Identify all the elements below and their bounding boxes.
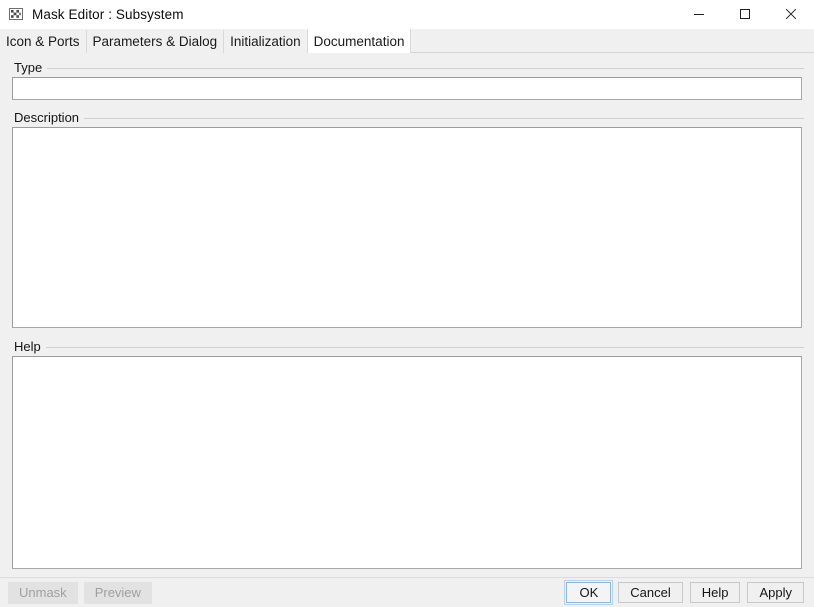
help-label: Help [14,339,41,354]
description-group: Description [10,108,804,328]
description-group-rule [84,118,804,119]
tab-strip: Icon & Ports Parameters & Dialog Initial… [0,29,814,53]
description-textarea[interactable] [12,127,802,328]
help-textarea[interactable] [12,356,802,569]
mask-editor-icon [8,6,24,22]
unmask-button-label: Unmask [19,585,67,600]
window-title: Mask Editor : Subsystem [32,6,184,22]
preview-button-label: Preview [94,585,141,600]
cancel-button-label: Cancel [630,585,671,600]
description-label: Description [14,110,80,125]
window-controls [676,0,814,28]
ok-button-label: OK [579,585,599,600]
preview-button[interactable]: Preview [83,581,152,604]
tab-label: Icon & Ports [6,34,80,49]
tab-initialization[interactable]: Initialization [224,30,308,53]
mask-editor-dialog: Mask Editor : Subsystem Icon & Ports Par… [0,0,814,607]
tab-icon-ports[interactable]: Icon & Ports [0,30,87,53]
type-label: Type [14,60,43,75]
footer-right-buttons: OK Cancel Help Apply [564,580,804,605]
type-group-rule [47,68,804,69]
close-button[interactable] [768,0,814,28]
help-group-rule [45,347,804,348]
type-group: Type [10,58,804,100]
help-group-header: Help [10,337,804,356]
apply-button[interactable]: Apply [747,582,804,603]
tab-label: Parameters & Dialog [92,34,218,49]
help-button-label: Help [701,585,729,600]
minimize-button[interactable] [676,0,722,28]
titlebar-left: Mask Editor : Subsystem [0,6,676,22]
ok-button[interactable]: OK [564,580,614,605]
tab-label: Initialization [230,34,301,49]
maximize-button[interactable] [722,0,768,28]
close-icon [785,8,797,20]
type-input[interactable] [12,77,802,100]
cancel-button[interactable]: Cancel [618,582,683,603]
tab-label: Documentation [313,33,405,49]
tab-parameters-dialog[interactable]: Parameters & Dialog [86,30,225,53]
unmask-button[interactable]: Unmask [8,581,78,604]
apply-button-label: Apply [759,585,792,600]
documentation-panel: Type Description Help [0,53,814,577]
titlebar: Mask Editor : Subsystem [0,0,814,29]
maximize-icon [740,9,750,19]
description-group-header: Description [10,108,804,127]
footer-left-buttons: Unmask Preview [8,581,152,604]
dialog-footer: Unmask Preview OK Cancel Help Apply [0,577,814,607]
minimize-icon [694,14,704,15]
type-group-header: Type [10,58,804,77]
help-group: Help [10,337,804,569]
tab-documentation[interactable]: Documentation [307,29,412,53]
help-button[interactable]: Help [689,582,741,603]
